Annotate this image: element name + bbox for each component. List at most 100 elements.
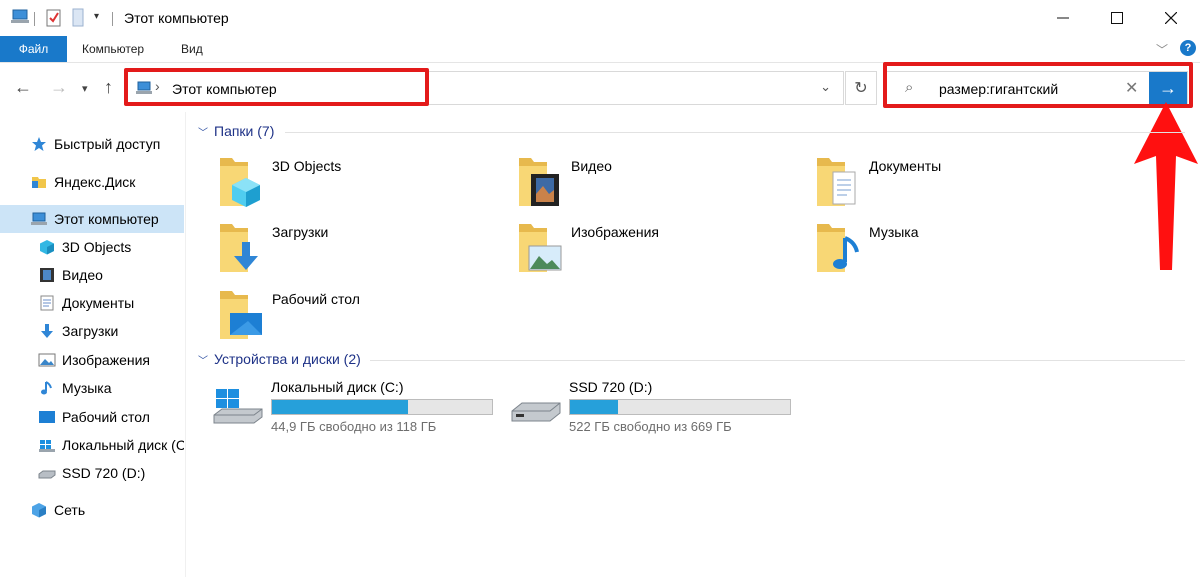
maximize-icon [1111, 12, 1123, 24]
window-title: Этот компьютер [124, 10, 229, 26]
folder-label: Музыка [869, 224, 919, 240]
navigation-pane: Быстрый доступ Яндекс.Диск Этот компьюте… [0, 112, 186, 577]
annotation-arrow-icon [1134, 102, 1198, 270]
close-button[interactable] [1142, 0, 1200, 36]
tab-view[interactable]: Вид [181, 36, 203, 62]
folder-video[interactable]: Видео [517, 154, 807, 214]
folder-images[interactable]: Изображения [517, 220, 807, 280]
sidebar-item-label: Быстрый доступ [54, 136, 161, 152]
sidebar-item-desktop[interactable]: Рабочий стол [0, 403, 184, 431]
drive-usage-bar [271, 399, 493, 415]
drive-usage-fill [272, 400, 409, 414]
recent-locations-button[interactable]: ▾ [82, 82, 88, 95]
drives-section-header[interactable]: ﹀ Устройства и диски (2) [198, 351, 361, 367]
highlight-box-address [124, 68, 429, 106]
sidebar-item-ssd-d[interactable]: SSD 720 (D:) [0, 459, 184, 487]
sidebar-item-label: Яндекс.Диск [54, 174, 136, 190]
drive-free-space: 522 ГБ свободно из 669 ГБ [569, 419, 732, 434]
sidebar-item-label: Этот компьютер [54, 211, 159, 227]
folder-label: 3D Objects [272, 158, 342, 174]
folder-documents[interactable]: Документы [815, 154, 1105, 214]
sidebar-item-3d-objects[interactable]: 3D Objects [0, 233, 184, 261]
minimize-icon [1057, 17, 1069, 19]
folder-desktop[interactable]: Рабочий стол [218, 287, 508, 347]
sidebar-item-downloads[interactable]: Загрузки [0, 317, 184, 345]
desktop-icon [39, 411, 55, 423]
close-icon [1165, 12, 1177, 24]
folder-label: Видео [571, 158, 612, 174]
downloads-folder-icon [220, 224, 258, 272]
refresh-icon: ↻ [854, 80, 868, 97]
network-icon [32, 503, 46, 518]
sidebar-item-network[interactable]: Сеть [0, 496, 184, 524]
sidebar-item-local-disk-c[interactable]: Локальный диск (C [0, 431, 184, 459]
star-icon [32, 137, 46, 151]
title-bar: ▾ Этот компьютер [0, 0, 1200, 36]
music-icon [41, 381, 52, 395]
arrow-left-icon: ← [14, 77, 32, 97]
computer-icon [31, 212, 47, 225]
music-folder-icon [817, 224, 859, 272]
help-icon[interactable]: ? [1180, 40, 1196, 56]
sidebar-item-label: Музыка [62, 380, 112, 396]
folders-section-header[interactable]: ﹀ Папки (7) [198, 123, 274, 139]
sidebar-item-documents[interactable]: Документы [0, 289, 184, 317]
tab-file[interactable]: Файл [0, 36, 67, 62]
sidebar-item-label: 3D Objects [62, 239, 132, 255]
drive-label: SSD 720 (D:) [569, 379, 653, 395]
customize-toolbar-icon[interactable]: ▾ [94, 11, 99, 22]
minimize-button[interactable] [1034, 0, 1092, 36]
maximize-button[interactable] [1088, 0, 1146, 36]
folder-label: Рабочий стол [272, 291, 360, 307]
drive-free-space: 44,9 ГБ свободно из 118 ГБ [271, 419, 437, 434]
sidebar-item-music[interactable]: Музыка [0, 374, 184, 402]
images-folder-icon [519, 224, 562, 272]
sidebar-item-video[interactable]: Видео [0, 261, 184, 289]
documents-folder-icon [817, 158, 856, 206]
drive-local-c[interactable]: Локальный диск (C:) 44,9 ГБ свободно из … [212, 379, 512, 439]
windows-drive-icon [39, 440, 55, 452]
sidebar-item-label: Изображения [62, 352, 150, 368]
chevron-down-icon[interactable]: ⌄ [820, 79, 831, 95]
drive-label: Локальный диск (C:) [271, 379, 404, 395]
properties-icon[interactable] [45, 8, 63, 28]
folder-downloads[interactable]: Загрузки [218, 220, 508, 280]
sidebar-item-label: Загрузки [62, 323, 119, 339]
new-folder-icon[interactable] [70, 8, 86, 28]
forward-button[interactable]: → [50, 77, 68, 98]
sidebar-item-this-pc[interactable]: Этот компьютер [0, 205, 184, 233]
cube-icon [40, 240, 54, 255]
drive-icon [38, 470, 56, 479]
sidebar-item-label: Документы [62, 295, 135, 311]
chevron-down-icon: ﹀ [198, 127, 208, 139]
tab-computer[interactable]: Компьютер [82, 36, 144, 62]
refresh-button[interactable]: ↻ [845, 71, 877, 105]
sidebar-item-yandex-disk[interactable]: Яндекс.Диск [0, 168, 184, 196]
computer-icon[interactable] [10, 8, 30, 26]
download-icon [41, 324, 53, 338]
windows-drive-icon [213, 389, 263, 424]
yandex-disk-icon [32, 177, 46, 188]
ribbon: Файл Компьютер Вид ﹀ ? [0, 36, 1200, 62]
drive-usage-bar [569, 399, 791, 415]
chevron-down-icon: ▾ [82, 83, 88, 95]
sidebar-item-quick-access[interactable]: Быстрый доступ [0, 130, 184, 158]
sidebar-item-label: Локальный диск (C [62, 437, 184, 453]
drive-usage-fill [570, 400, 619, 414]
folder-label: Документы [869, 158, 942, 174]
sidebar-item-label: SSD 720 (D:) [62, 465, 146, 481]
folder-label: Изображения [571, 224, 659, 240]
ribbon-expand-icon[interactable]: ﹀ [1156, 41, 1168, 58]
divider [285, 132, 1185, 133]
folder-3d-objects[interactable]: 3D Objects [218, 154, 508, 214]
arrow-right-icon: → [50, 77, 68, 97]
up-button[interactable]: ↑ [104, 77, 113, 98]
drive-ssd-d[interactable]: SSD 720 (D:) 522 ГБ свободно из 669 ГБ [510, 379, 810, 439]
section-title: Устройства и диски (2) [214, 351, 361, 367]
sidebar-item-images[interactable]: Изображения [0, 346, 184, 374]
desktop-folder-icon [220, 291, 262, 339]
drive-icon [511, 402, 561, 422]
back-button[interactable]: ← [14, 77, 32, 98]
video-folder-icon [519, 158, 559, 206]
folder-music[interactable]: Музыка [815, 220, 1105, 280]
